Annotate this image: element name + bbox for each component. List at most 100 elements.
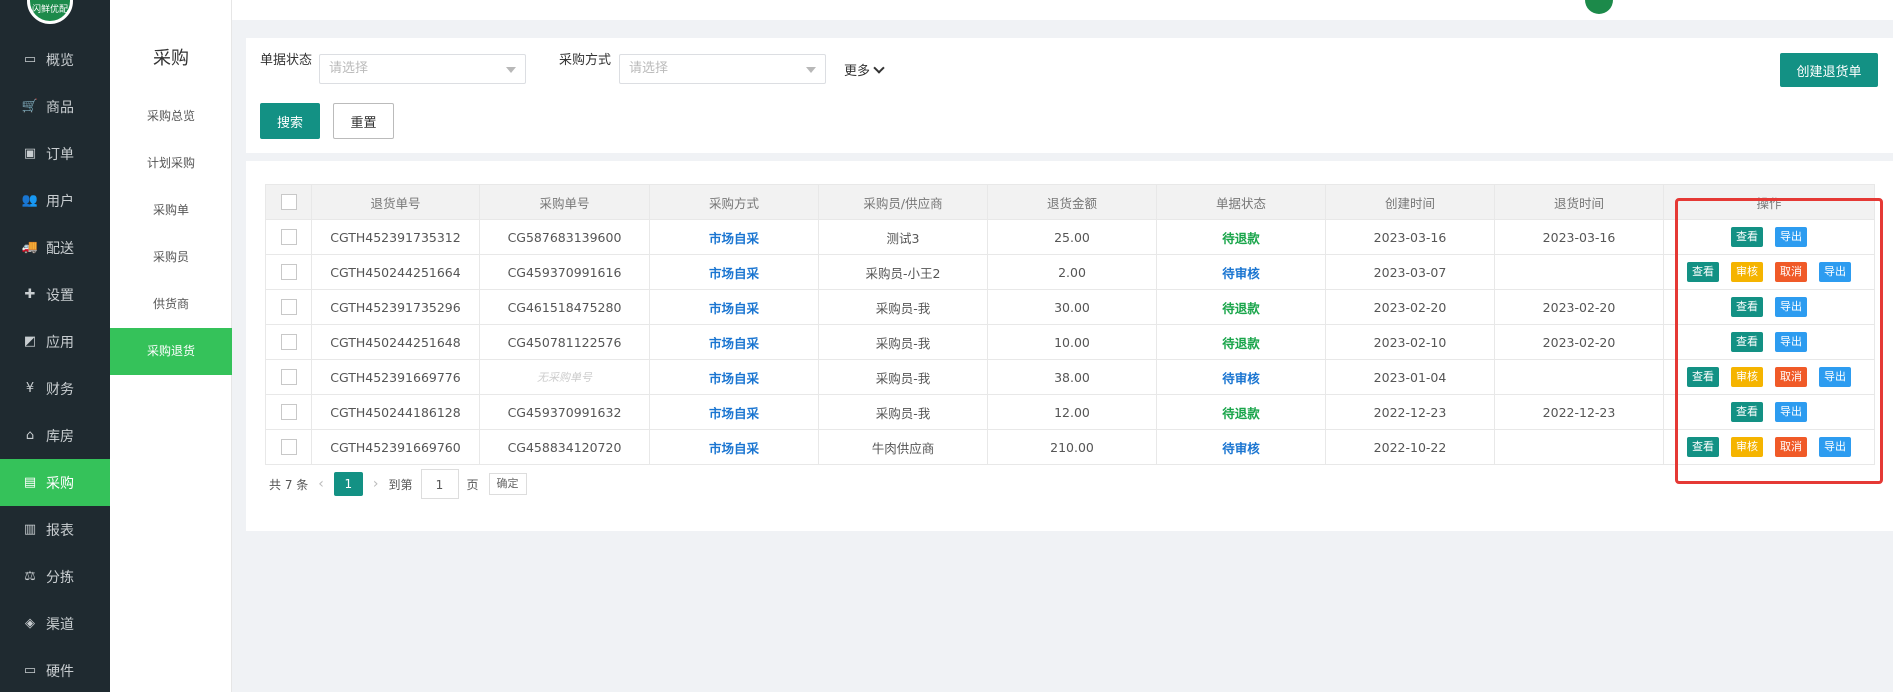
row-actions: 查看 审核 取消 导出 (1665, 437, 1874, 457)
page-input[interactable]: 1 (420, 469, 459, 499)
export-button[interactable]: 导出 (1775, 227, 1807, 247)
nav-item-4[interactable]: 🚚 配送 (0, 224, 110, 271)
row-actions: 查看 导出 (1665, 297, 1874, 317)
export-button[interactable]: 导出 (1775, 402, 1807, 422)
po-no-text: CG450781122576 (507, 334, 622, 350)
nav-item-6[interactable]: ◩ 应用 (0, 318, 110, 365)
nav-item-5[interactable]: ✚ 设置 (0, 271, 110, 318)
nav-item-3[interactable]: 👥 用户 (0, 177, 110, 224)
audit-button[interactable]: 审核 (1731, 437, 1763, 457)
row-checkbox[interactable] (280, 299, 297, 316)
view-button[interactable]: 查看 (1731, 332, 1763, 352)
amount: 30.00 (987, 289, 1157, 325)
submenu-title: 采购 (153, 48, 189, 69)
nav-item-11[interactable]: ⚖ 分拣 (0, 553, 110, 600)
export-button[interactable]: 导出 (1819, 367, 1851, 387)
row-actions: 查看 审核 取消 导出 (1665, 262, 1874, 282)
nav-item-12[interactable]: ◈ 渠道 (0, 600, 110, 647)
page-current[interactable]: 1 (333, 472, 363, 496)
export-button[interactable]: 导出 (1775, 297, 1807, 317)
view-button[interactable]: 查看 (1687, 437, 1719, 457)
warehouse-icon: ⌂ (25, 428, 35, 443)
return-no: CGTH452391735296 (311, 289, 480, 325)
apps-icon: ◩ (23, 334, 37, 349)
column-header: 创建时间 (1325, 184, 1495, 220)
created-date: 2022-12-23 (1325, 394, 1495, 430)
audit-button[interactable]: 审核 (1731, 262, 1763, 282)
submenu-item-0[interactable]: 采购总览 (110, 93, 232, 140)
nav-item-2[interactable]: ▣ 订单 (0, 130, 110, 177)
po-no: 无采购单号 (479, 359, 650, 395)
view-button[interactable]: 查看 (1731, 297, 1763, 317)
amount: 2.00 (987, 254, 1157, 290)
submenu-item-2[interactable]: 采购单 (110, 187, 232, 234)
row-checkbox[interactable] (280, 229, 297, 246)
top-header (232, 0, 1893, 20)
select-all-checkbox[interactable] (280, 194, 297, 211)
status-select[interactable]: 请选择 (319, 54, 526, 84)
submenu-item-4[interactable]: 供货商 (110, 281, 232, 328)
create-return-button[interactable]: 创建退货单 (1780, 53, 1878, 87)
nav-item-10[interactable]: ▥ 报表 (0, 506, 110, 553)
method-text: 市场自采 (708, 370, 759, 386)
row-checkbox[interactable] (280, 334, 297, 351)
nav-item-8[interactable]: ⌂ 库房 (0, 412, 110, 459)
nav-item-13[interactable]: ▭ 硬件 (0, 647, 110, 692)
status: 待审核 (1156, 429, 1326, 465)
submenu-item-5[interactable]: 采购退货 (110, 328, 232, 375)
po-no-text: CG461518475280 (507, 299, 622, 315)
created-date: 2022-10-22 (1325, 429, 1495, 465)
goto-confirm-button[interactable]: 确定 (488, 473, 527, 495)
view-button[interactable]: 查看 (1731, 402, 1763, 422)
status-badge: 待退款 (1222, 335, 1260, 351)
status-filter-label: 单据状态 (260, 53, 313, 68)
yen-icon: ¥ (25, 381, 35, 396)
amount: 210.00 (987, 429, 1157, 465)
submenu-item-3[interactable]: 采购员 (110, 234, 232, 281)
table-row: CGTH450244251664 CG459370991616 市场自采 采购员-小王… (265, 254, 1875, 290)
chevron-down-icon (873, 62, 885, 74)
method-select[interactable]: 请选择 (619, 54, 826, 84)
cart-icon: 🛒 (21, 99, 39, 114)
nav-item-label: 用户 (46, 193, 74, 210)
export-button[interactable]: 导出 (1819, 262, 1851, 282)
nav-item-1[interactable]: 🛒 商品 (0, 83, 110, 130)
buyer: 采购员-我 (818, 394, 988, 430)
view-button[interactable]: 查看 (1731, 227, 1763, 247)
status: 待审核 (1156, 359, 1326, 395)
nav-item-0[interactable]: ▭ 概览 (0, 36, 110, 83)
truck-icon: 🚚 (21, 240, 39, 255)
row-checkbox[interactable] (280, 439, 297, 456)
buyer: 采购员-我 (818, 289, 988, 325)
nav-item-9[interactable]: ▤ 采购 (0, 459, 110, 506)
table-panel: 退货单号 采购单号 采购方式 采购员/供应商 退货金额 单据状态 创建时间 退货时间 操作 CG… (246, 161, 1893, 531)
export-button[interactable]: 导出 (1819, 437, 1851, 457)
row-checkbox[interactable] (280, 369, 297, 386)
export-button[interactable]: 导出 (1775, 332, 1807, 352)
chevron-right-icon[interactable]: › (373, 476, 379, 492)
more-filters-toggle[interactable]: 更多 (844, 60, 885, 79)
submenu-item-1[interactable]: 计划采购 (110, 140, 232, 187)
box-icon: ◈ (25, 616, 35, 631)
audit-button[interactable]: 审核 (1731, 367, 1763, 387)
cancel-button[interactable]: 取消 (1775, 367, 1807, 387)
view-button[interactable]: 查看 (1687, 262, 1719, 282)
row-checkbox[interactable] (280, 264, 297, 281)
scale-icon: ⚖ (24, 569, 36, 584)
avatar[interactable] (1585, 0, 1613, 14)
amount: 38.00 (987, 359, 1157, 395)
cancel-button[interactable]: 取消 (1775, 262, 1807, 282)
method: 市场自采 (649, 394, 819, 430)
cancel-button[interactable]: 取消 (1775, 437, 1807, 457)
nav-item-7[interactable]: ¥ 财务 (0, 365, 110, 412)
nav-item-label: 分拣 (46, 569, 74, 586)
method: 市场自采 (649, 289, 819, 325)
row-checkbox[interactable] (280, 404, 297, 421)
order-icon: ▣ (23, 146, 37, 161)
po-no-text: CG458834120720 (507, 439, 622, 455)
view-button[interactable]: 查看 (1687, 367, 1719, 387)
method-text: 市场自采 (708, 230, 759, 246)
reset-button[interactable]: 重置 (333, 103, 394, 139)
search-button[interactable]: 搜索 (260, 103, 320, 139)
chevron-left-icon[interactable]: ‹ (318, 476, 324, 492)
